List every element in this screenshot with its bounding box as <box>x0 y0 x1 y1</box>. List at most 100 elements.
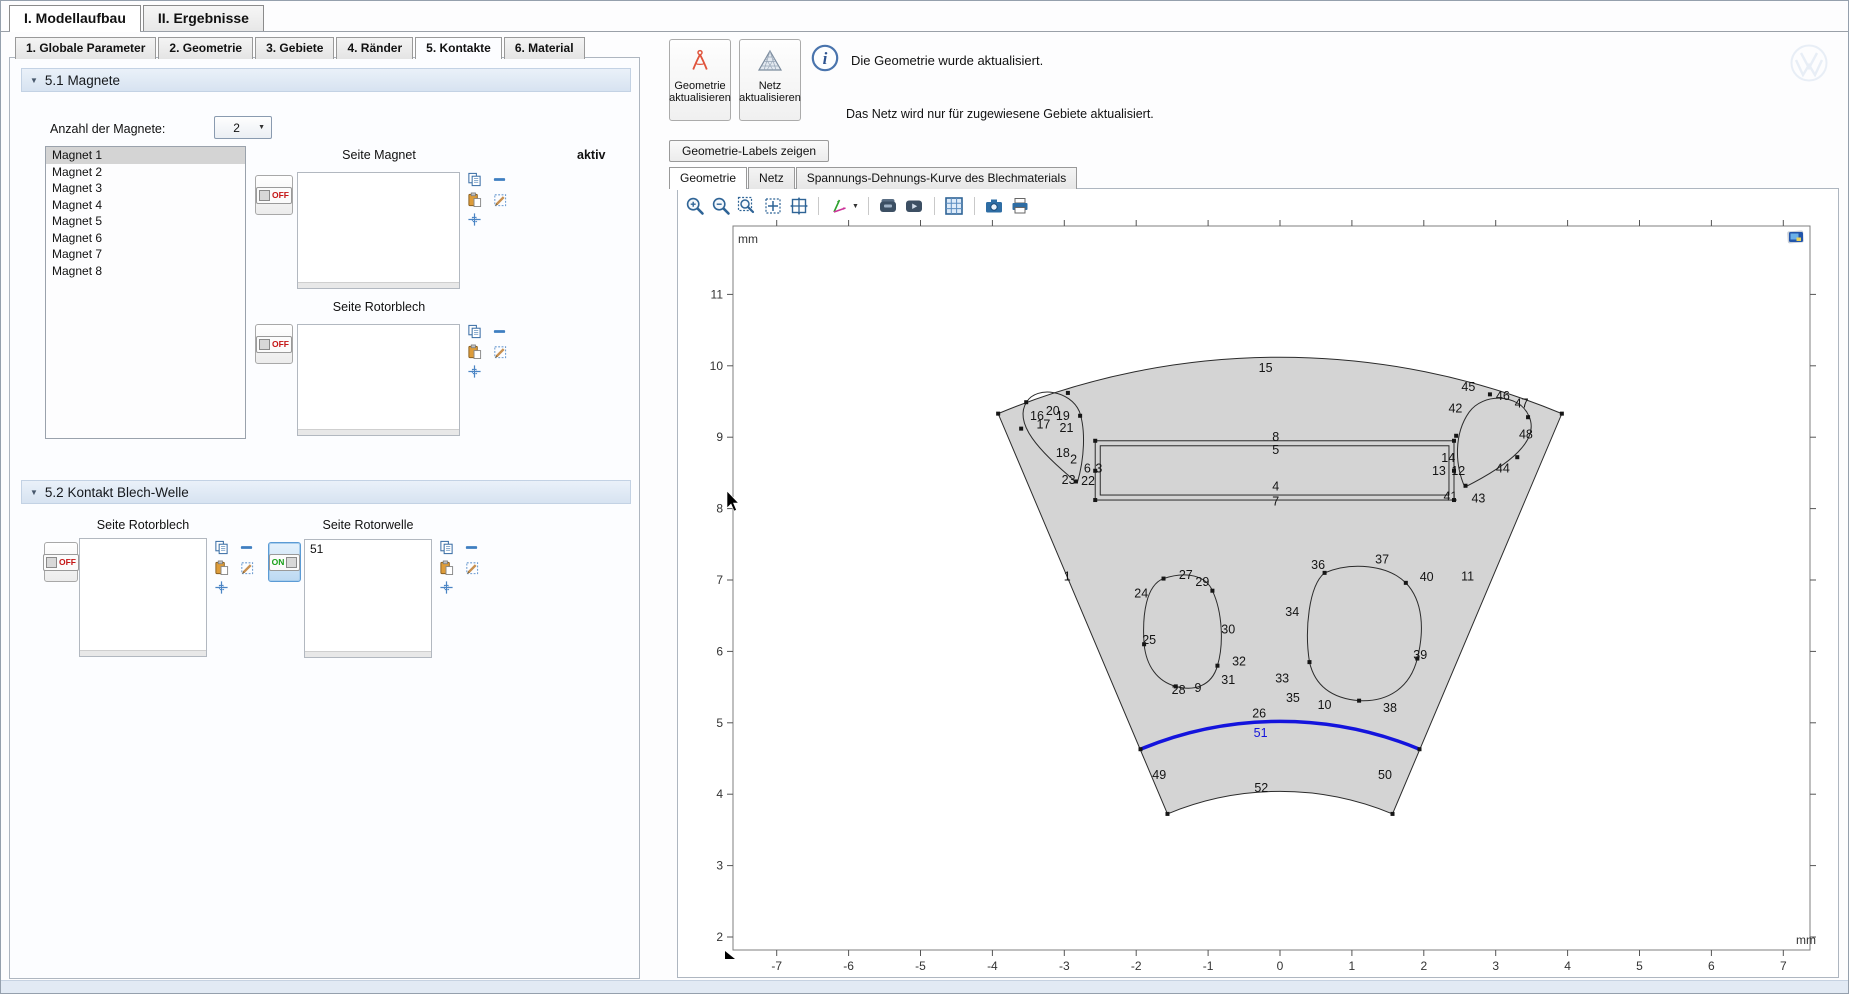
seite-magnet-toggle[interactable]: OFF <box>255 175 293 215</box>
magnet-list-item[interactable]: Magnet 1 <box>46 147 245 164</box>
zoom-in-icon[interactable] <box>684 196 705 217</box>
seite-rotorblech-toggle[interactable]: OFF <box>255 324 293 364</box>
magnet-listbox[interactable]: Magnet 1Magnet 2Magnet 3Magnet 4Magnet 5… <box>45 146 246 439</box>
zoom-out-icon[interactable] <box>710 196 731 217</box>
svg-text:10: 10 <box>710 359 724 373</box>
copy-icon[interactable] <box>467 324 482 339</box>
magnet-list-item[interactable]: Magnet 7 <box>46 246 245 263</box>
geometrie-labels-zeigen-button[interactable]: Geometrie-Labels zeigen <box>669 140 829 162</box>
svg-text:9: 9 <box>1195 681 1202 695</box>
scrollbar[interactable] <box>298 282 459 288</box>
svg-text:25: 25 <box>1142 633 1156 647</box>
toolbar-separator <box>934 197 935 215</box>
paste-icon[interactable] <box>439 560 454 575</box>
tab-modellaufbau[interactable]: I. Modellaufbau <box>9 5 141 31</box>
netz-aktualisieren-button[interactable]: Netz aktualisieren <box>739 39 801 121</box>
kontakt-rotorblech-toggle[interactable]: OFF <box>44 542 78 582</box>
clear-selection-icon[interactable] <box>492 192 507 207</box>
info-icon <box>811 44 839 72</box>
tab-graphics-spannungskurve[interactable]: Spannungs-Dehnungs-Kurve des Blechmateri… <box>796 167 1077 189</box>
tab-graphics-netz[interactable]: Netz <box>748 167 795 189</box>
svg-text:49: 49 <box>1152 768 1166 782</box>
fit-window-icon[interactable] <box>788 196 809 217</box>
print-icon[interactable] <box>1010 196 1031 217</box>
tab-graphics-geometrie[interactable]: Geometrie <box>669 167 747 189</box>
selection-value[interactable]: 51 <box>305 540 431 558</box>
grid-icon[interactable] <box>944 196 965 217</box>
svg-text:6: 6 <box>1708 959 1715 973</box>
zoom-to-selection-icon[interactable] <box>439 580 454 595</box>
svg-text:43: 43 <box>1471 492 1485 506</box>
tab-kontakte[interactable]: 5. Kontakte <box>415 37 502 59</box>
magnet-list-item[interactable]: Magnet 4 <box>46 197 245 214</box>
paste-icon[interactable] <box>467 344 482 359</box>
clear-selection-icon[interactable] <box>239 560 254 575</box>
scrollbar[interactable] <box>80 650 206 656</box>
button-label: aktualisieren <box>669 92 731 104</box>
snapshot-icon[interactable] <box>984 196 1005 217</box>
zoom-to-selection-icon[interactable] <box>467 212 482 227</box>
remove-icon[interactable] <box>464 540 479 555</box>
copy-icon[interactable] <box>214 540 229 555</box>
chevron-down-icon[interactable]: ▼ <box>852 203 859 210</box>
animation-export-icon[interactable] <box>904 196 925 217</box>
section-header-kontakt[interactable]: ▼ 5.2 Kontakt Blech-Welle <box>21 480 631 504</box>
anzahl-magnete-select[interactable]: 2 ▼ <box>214 116 272 139</box>
status-bar <box>1 980 1848 993</box>
image-export-icon[interactable] <box>878 196 899 217</box>
collapse-icon: ▼ <box>30 76 38 85</box>
zoom-box-icon[interactable] <box>736 196 757 217</box>
remove-icon[interactable] <box>492 172 507 187</box>
geometry-plot[interactable]: -7-6-5-4-3-2-101234567234567891011mmmm15… <box>678 219 1838 977</box>
tab-globale-parameter[interactable]: 1. Globale Parameter <box>15 37 156 59</box>
toggle-off-label: OFF <box>272 190 289 200</box>
plot-display-icon[interactable] <box>1787 230 1804 243</box>
tab-raender[interactable]: 4. Ränder <box>336 37 413 59</box>
axis-orientation-icon[interactable] <box>828 196 849 217</box>
svg-text:4: 4 <box>1272 479 1279 493</box>
toggle-knob <box>286 557 297 568</box>
scrollbar[interactable] <box>305 651 431 657</box>
zoom-to-selection-icon[interactable] <box>214 580 229 595</box>
scrollbar[interactable] <box>298 429 459 435</box>
svg-text:39: 39 <box>1413 648 1427 662</box>
clear-selection-icon[interactable] <box>464 560 479 575</box>
seite-rotorblech-selection-box[interactable] <box>297 324 460 436</box>
kontakt-rotorwelle-toggle[interactable]: ON <box>268 542 301 582</box>
seite-rotorblech-label: Seite Rotorblech <box>297 300 461 314</box>
tab-geometrie[interactable]: 2. Geometrie <box>158 37 253 59</box>
svg-text:2: 2 <box>1070 452 1077 466</box>
tab-material[interactable]: 6. Material <box>504 37 585 59</box>
copy-icon[interactable] <box>439 540 454 555</box>
magnet-list-item[interactable]: Magnet 8 <box>46 263 245 280</box>
tab-gebiete[interactable]: 3. Gebiete <box>255 37 334 59</box>
aktiv-label: aktiv <box>577 148 606 162</box>
zoom-extents-icon[interactable] <box>762 196 783 217</box>
magnet-list-item[interactable]: Magnet 2 <box>46 164 245 181</box>
kontakt-rotorblech-selection-box[interactable] <box>79 538 207 657</box>
svg-text:48: 48 <box>1519 427 1533 441</box>
remove-icon[interactable] <box>239 540 254 555</box>
remove-icon[interactable] <box>492 324 507 339</box>
kontakt-rotorwelle-selection-box[interactable]: 51 <box>304 539 432 658</box>
magnet-list-item[interactable]: Magnet 5 <box>46 213 245 230</box>
svg-text:4: 4 <box>1564 959 1571 973</box>
paste-icon[interactable] <box>467 192 482 207</box>
magnet-list-item[interactable]: Magnet 3 <box>46 180 245 197</box>
tab-ergebnisse[interactable]: II. Ergebnisse <box>143 5 264 31</box>
graphics-toolbar: ▼ <box>684 193 1031 219</box>
app-window: I. Modellaufbau II. Ergebnisse 1. Global… <box>0 0 1849 994</box>
magnet-list-item[interactable]: Magnet 6 <box>46 230 245 247</box>
button-label: Netz <box>759 80 782 92</box>
geometrie-aktualisieren-button[interactable]: Geometrie aktualisieren <box>669 39 731 121</box>
model-step-tabs: 1. Globale Parameter 2. Geometrie 3. Geb… <box>15 37 587 59</box>
paste-icon[interactable] <box>214 560 229 575</box>
clear-selection-icon[interactable] <box>492 344 507 359</box>
toggle-on-label: ON <box>272 557 285 567</box>
copy-icon[interactable] <box>467 172 482 187</box>
zoom-to-selection-icon[interactable] <box>467 364 482 379</box>
section-header-magnete[interactable]: ▼ 5.1 Magnete <box>21 68 631 92</box>
selection-tools <box>467 324 508 384</box>
seite-magnet-selection-box[interactable] <box>297 172 460 289</box>
mesh-icon <box>757 48 783 74</box>
